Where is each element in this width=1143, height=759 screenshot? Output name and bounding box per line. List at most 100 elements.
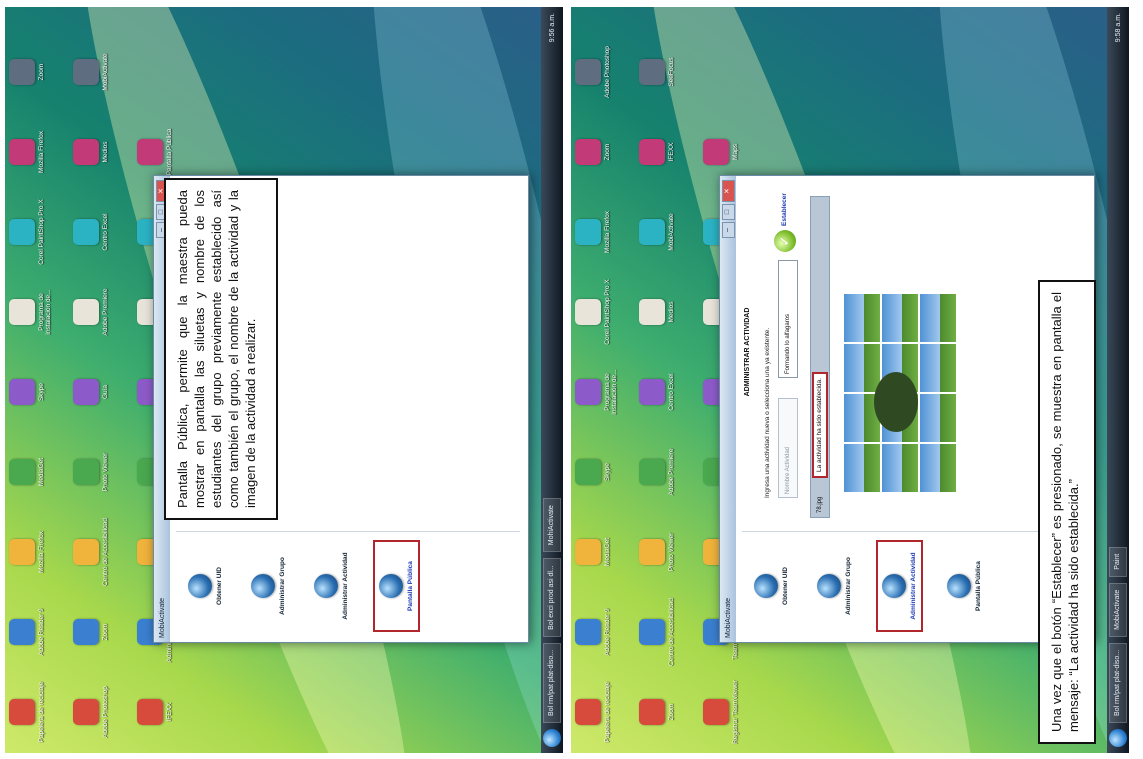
- desktop-icon[interactable]: Adobe Reader 9: [575, 597, 635, 667]
- app-icon: [73, 219, 99, 245]
- menu-item-administrar-grupo[interactable]: Administrar Grupo: [247, 540, 290, 632]
- start-icon[interactable]: [1109, 729, 1127, 747]
- window-titlebar: MobiActivate – □ ✕: [720, 176, 736, 642]
- desktop-icon[interactable]: Mozilla Firefox: [575, 197, 635, 267]
- app-window-right: MobiActivate – □ ✕ Obtener UID Administr…: [719, 175, 1096, 744]
- desktop-icon[interactable]: Mozilla Firefox: [9, 117, 69, 187]
- administrar-actividad-panel: ADMINISTRAR ACTIVIDAD Ingresa una activi…: [744, 186, 1084, 518]
- desktop-icon-label: Guía: [102, 384, 109, 400]
- desktop-icon[interactable]: Medios: [639, 277, 699, 347]
- desktop-icon[interactable]: MobiActivate: [73, 37, 133, 107]
- desktop-icon-label: IFEXX: [668, 142, 675, 162]
- menu-label: Administrar Grupo: [279, 557, 286, 615]
- desktop-icon-label: Adobe Reader 9: [604, 608, 611, 656]
- menu-item-administrar-actividad[interactable]: Administrar Actividad: [876, 540, 923, 632]
- menu-item-pantalla-publica[interactable]: Pantalla Pública: [943, 540, 986, 632]
- desktop-icon[interactable]: Centro de Accesibilidad: [639, 597, 699, 667]
- activity-select[interactable]: Formando lo alfagaros: [778, 260, 798, 378]
- desktop-icon[interactable]: Mozilla Firefox: [9, 517, 69, 587]
- menu-item-administrar-grupo[interactable]: Administrar Grupo: [813, 540, 856, 632]
- menu-item-obtener-uid[interactable]: Obtener UID: [184, 540, 227, 632]
- desktop-icon[interactable]: Adobe Premiere: [73, 277, 133, 347]
- set-button[interactable]: Establecer: [781, 193, 788, 226]
- menu-item-obtener-uid[interactable]: Obtener UID: [750, 540, 793, 632]
- activity-image: [844, 292, 994, 492]
- desktop-icon[interactable]: Skype: [9, 357, 69, 427]
- desktop-icon[interactable]: Centro Excel: [639, 357, 699, 427]
- menu-label: Administrar Actividad: [342, 552, 349, 620]
- desktop-icon-label: Mozilla Firefox: [38, 131, 45, 173]
- start-icon[interactable]: [543, 729, 561, 747]
- menu-item-pantalla-publica[interactable]: Pantalla Pública: [373, 540, 420, 632]
- taskbar-button[interactable]: Bol rm/pat plat-diso...: [543, 642, 561, 723]
- desktop-icon[interactable]: Skype: [575, 437, 635, 507]
- minimize-button[interactable]: –: [721, 222, 735, 238]
- desktop-icon-label: Adobe Photoshop: [102, 686, 109, 738]
- desktop-icon[interactable]: Registrar TeamViewer: [703, 677, 763, 747]
- desktop-icon-label: Skype: [38, 382, 45, 402]
- taskbar-button[interactable]: Paint: [1109, 546, 1127, 577]
- desktop-icon[interactable]: Papelera de reciclaje: [575, 677, 635, 747]
- desktop-icon[interactable]: Adobe Premiere: [639, 437, 699, 507]
- app-icon: [73, 299, 99, 325]
- taskbar-left: Bol rm/pat plat-diso... Bol exci prod as…: [541, 7, 563, 753]
- desktop-icon[interactable]: Corel PaintShop Pro X: [9, 197, 69, 267]
- image-tile: [844, 444, 880, 492]
- desktop-icon[interactable]: Zoom: [9, 37, 69, 107]
- taskbar-button[interactable]: MobiActivate: [1109, 582, 1127, 637]
- menu-label: Obtener UID: [216, 567, 223, 605]
- clock[interactable]: 9:56 a.m.: [549, 13, 556, 42]
- desktop-icon[interactable]: Programa de instalación de...: [9, 277, 69, 347]
- desktop-icon[interactable]: MobiActivate: [639, 197, 699, 267]
- desktop-icon-label: Mozilla Firefox: [38, 531, 45, 573]
- taskbar-button[interactable]: Bol rm/pat plat-diso...: [1109, 642, 1127, 723]
- globe-icon: [754, 574, 778, 598]
- app-icon: [575, 59, 601, 85]
- desktop-left: Papelera de reciclaje Adobe Reader 9 Mozil…: [5, 7, 563, 753]
- globe-icon: [817, 574, 841, 598]
- app-icon: [73, 619, 99, 645]
- desktop-icon[interactable]: IFEXX: [639, 117, 699, 187]
- app-icon: [703, 699, 729, 725]
- desktop-icon[interactable]: MediaGet: [9, 437, 69, 507]
- desktop-icon[interactable]: Guía: [73, 357, 133, 427]
- image-tile: [882, 444, 918, 492]
- desktop-icon-label: SeeFocus: [668, 57, 675, 87]
- desktop-icon[interactable]: Adobe Photoshop: [575, 37, 635, 107]
- app-icon: [9, 699, 35, 725]
- desktop-icon[interactable]: Adobe Photoshop: [73, 677, 133, 747]
- checkmark-icon[interactable]: ✓: [774, 230, 796, 252]
- desktop-icon[interactable]: Zoom: [639, 677, 699, 747]
- desktop-icon[interactable]: Centro Excel: [73, 197, 133, 267]
- desktop-icon[interactable]: MediaGet: [575, 517, 635, 587]
- desktop-icon-label: Photo Viewer: [668, 532, 675, 572]
- instruction-text: Ingresa una actividad nueva o selecciona…: [764, 327, 771, 498]
- desktop-icon[interactable]: Photo Viewer: [639, 517, 699, 587]
- desktop-right: Papelera de reciclaje Adobe Reader 9 Media…: [571, 7, 1129, 753]
- taskbar-button[interactable]: MohiActivate: [543, 498, 561, 553]
- panel-title: ADMINISTRAR ACTIVIDAD: [744, 307, 751, 397]
- desktop-icon[interactable]: Adobe Reader 9: [9, 597, 69, 667]
- maximize-button[interactable]: □: [721, 204, 735, 220]
- image-tile: [920, 444, 956, 492]
- desktop-icon[interactable]: Medios: [73, 117, 133, 187]
- desktop-icon[interactable]: Photo Viewer: [73, 437, 133, 507]
- desktop-icon[interactable]: Programa de instalación de...: [575, 357, 635, 427]
- clock[interactable]: 9:58 a.m.: [1115, 13, 1122, 42]
- desktop-icon[interactable]: Centro de Accesibilidad: [73, 517, 133, 587]
- desktop-icon[interactable]: Zoom: [575, 117, 635, 187]
- app-icon: [639, 59, 665, 85]
- desktop-icon[interactable]: IFEXX: [137, 677, 197, 747]
- close-button[interactable]: ✕: [721, 180, 735, 202]
- app-icon: [575, 699, 601, 725]
- desktop-icon[interactable]: SeeFocus: [639, 37, 699, 107]
- desktop-icon[interactable]: Corel PaintShop Pro X: [575, 277, 635, 347]
- desktop-icon-label: Mozilla Firefox: [604, 211, 611, 253]
- desktop-icon[interactable]: Zoom: [73, 597, 133, 667]
- desktop-icon-label: IFEXX: [166, 702, 173, 722]
- desktop-icon-label: Papelera de reciclaje: [38, 681, 45, 743]
- desktop-icon[interactable]: Papelera de reciclaje: [9, 677, 69, 747]
- taskbar-button[interactable]: Bol exci prod asi dl...: [543, 558, 561, 637]
- activity-name-input[interactable]: Nombre Actividad: [778, 398, 798, 498]
- menu-item-administrar-actividad[interactable]: Administrar Actividad: [310, 540, 353, 632]
